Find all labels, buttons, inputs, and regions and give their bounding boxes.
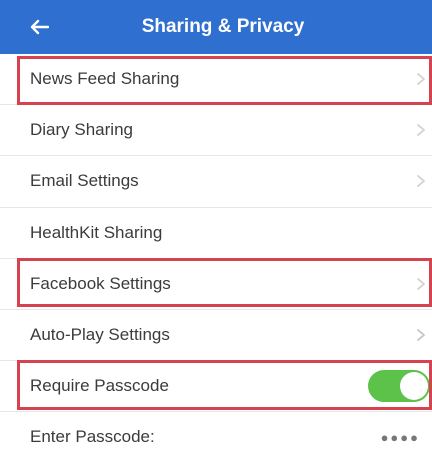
settings-row-label: Facebook Settings [30, 274, 171, 293]
require-passcode-toggle[interactable] [368, 370, 430, 402]
settings-row-news-feed-sharing[interactable]: News Feed Sharing [0, 54, 432, 104]
settings-row-require-passcode: Require Passcode [0, 361, 432, 411]
settings-row-label: Require Passcode [30, 376, 169, 395]
settings-row-label: News Feed Sharing [30, 69, 180, 88]
settings-row-label: Enter Passcode: [30, 427, 155, 446]
settings-row-healthkit-sharing[interactable]: HealthKit Sharing [0, 208, 432, 258]
settings-row-label: Auto-Play Settings [30, 325, 170, 344]
settings-row-auto-play-settings[interactable]: Auto-Play Settings [0, 310, 432, 360]
page-title: Sharing & Privacy [141, 16, 305, 37]
settings-row-label: Email Settings [30, 171, 139, 190]
chevron-right-icon [417, 175, 425, 187]
settings-row-facebook-settings[interactable]: Facebook Settings [0, 259, 432, 309]
navigation-bar: Sharing & Privacy [0, 0, 432, 54]
passcode-value: ●●●● [380, 430, 420, 445]
settings-row-email-settings[interactable]: Email Settings [0, 156, 432, 206]
toggle-knob [400, 372, 428, 400]
settings-row-label: HealthKit Sharing [30, 223, 163, 242]
settings-row-enter-passcode[interactable]: Enter Passcode: ●●●● [0, 412, 432, 457]
chevron-right-icon [417, 278, 425, 290]
chevron-right-icon [417, 73, 425, 85]
sharing-privacy-screen: Sharing & Privacy News Feed Sharing Diar… [0, 0, 432, 457]
settings-row-diary-sharing[interactable]: Diary Sharing [0, 105, 432, 155]
chevron-right-icon [417, 124, 425, 136]
settings-row-label: Diary Sharing [30, 120, 133, 139]
chevron-right-icon [417, 329, 425, 341]
